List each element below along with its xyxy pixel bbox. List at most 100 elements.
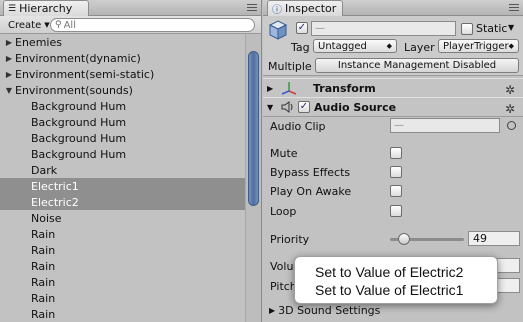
hierarchy-item[interactable]: Rain (0, 226, 245, 242)
tag-label: Tag (291, 41, 310, 54)
hierarchy-item[interactable]: Electric1 (0, 178, 245, 194)
hierarchy-item[interactable]: Rain (0, 306, 245, 322)
inspector-tab-label: Inspector (285, 2, 337, 15)
create-button-label: Create (8, 19, 42, 31)
hierarchy-item[interactable]: Dark (0, 162, 245, 178)
gear-icon[interactable]: ✲ (505, 102, 515, 116)
hierarchy-item[interactable]: Noise (0, 210, 245, 226)
gameobject-header: ✓ — Static ▼ Tag Untagged ◆ Layer Player… (263, 16, 523, 76)
expand-arrow-icon[interactable]: ▶ (3, 54, 15, 63)
hierarchy-item-label: Dark (31, 163, 58, 177)
inspector-tabbar: ⓘ Inspector (263, 0, 523, 16)
hierarchy-panel: ☰ Hierarchy Create ▼ ⚲ ▶Enemies▶Environm… (0, 0, 262, 322)
hierarchy-toolbar: Create ▼ ⚲ (0, 16, 261, 34)
active-checkbox[interactable]: ✓ (296, 22, 308, 34)
play-on-awake-label: Play On Awake (270, 185, 352, 198)
speaker-icon (281, 101, 293, 113)
static-label: Static (476, 22, 508, 35)
transform-header[interactable]: ▶ Transform ✲ (263, 78, 523, 98)
instance-management-button[interactable]: Instance Management Disabled (315, 58, 519, 73)
static-checkbox[interactable] (461, 22, 473, 35)
loop-label: Loop (270, 205, 297, 218)
static-toggle[interactable]: Static (461, 22, 507, 35)
play-on-awake-checkbox[interactable] (390, 185, 402, 197)
collapse-arrow-icon[interactable]: ▼ (3, 86, 15, 95)
hierarchy-item-label: Enemies (15, 35, 62, 49)
panel-menu-icon[interactable] (247, 4, 257, 12)
hierarchy-item-label: Background Hum (31, 147, 127, 161)
hierarchy-item[interactable]: ▼ Environment(sounds) (0, 82, 245, 98)
hierarchy-item[interactable]: Rain (0, 242, 245, 258)
hierarchy-item-label: Rain (31, 227, 56, 241)
bypass-effects-label: Bypass Effects (270, 166, 351, 179)
menu-item-set-value-electric1[interactable]: Set to Value of Electric1 (315, 281, 497, 299)
tag-dropdown[interactable]: Untagged ◆ (313, 39, 397, 53)
hierarchy-item[interactable]: Background Hum (0, 146, 245, 162)
gameobject-cube-icon (269, 20, 287, 40)
scrollbar-thumb[interactable] (248, 51, 259, 206)
hierarchy-item-label: Rain (31, 307, 56, 321)
layer-label: Layer (404, 41, 435, 54)
inspector-tab[interactable]: ⓘ Inspector (267, 0, 343, 16)
hierarchy-item[interactable]: Background Hum (0, 98, 245, 114)
tag-value: Untagged (318, 40, 367, 52)
dropdown-arrow-icon: ▼ (44, 21, 50, 29)
priority-slider-knob[interactable] (398, 233, 411, 245)
audio-clip-label: Audio Clip (270, 120, 326, 133)
context-menu: Set to Value of Electric2 Set to Value o… (294, 256, 498, 304)
search-input[interactable] (63, 19, 234, 31)
hierarchy-tab[interactable]: ☰ Hierarchy (3, 0, 89, 16)
hierarchy-item-label: Rain (31, 291, 56, 305)
hierarchy-item[interactable]: Electric2 (0, 194, 245, 210)
menu-item-set-value-electric2[interactable]: Set to Value of Electric2 (315, 263, 497, 281)
audio-clip-field[interactable]: — (390, 118, 500, 133)
mute-checkbox[interactable] (390, 147, 402, 159)
audio-source-header[interactable]: ▼ ✓ Audio Source ✲ (263, 97, 523, 117)
gear-icon[interactable]: ✲ (505, 83, 515, 97)
hierarchy-item[interactable]: Rain (0, 290, 245, 306)
create-button[interactable]: Create ▼ (4, 18, 55, 32)
expand-arrow-icon[interactable]: ▶ (3, 38, 15, 47)
hierarchy-item[interactable]: ▶ Environment(semi-static) (0, 66, 245, 82)
hierarchy-item[interactable]: Background Hum (0, 130, 245, 146)
panel-menu-icon[interactable] (509, 4, 519, 12)
hierarchy-item[interactable]: Rain (0, 258, 245, 274)
hierarchy-item[interactable]: ▶ Environment(dynamic) (0, 50, 245, 66)
priority-value-field[interactable]: 49 (468, 231, 520, 246)
layer-value: PlayerTrigger (443, 40, 509, 52)
hierarchy-item-label: Electric1 (31, 179, 79, 193)
hierarchy-item-label: Background Hum (31, 99, 127, 113)
hierarchy-item[interactable]: Rain (0, 274, 245, 290)
hierarchy-item-label: Background Hum (31, 131, 127, 145)
loop-checkbox[interactable] (390, 205, 402, 217)
bypass-effects-checkbox[interactable] (390, 166, 402, 178)
hierarchy-icon: ☰ (8, 3, 17, 14)
pitch-label: Pitch (270, 280, 297, 293)
mute-label: Mute (270, 147, 298, 160)
audio-source-enabled-checkbox[interactable]: ✓ (298, 101, 310, 113)
layer-dropdown[interactable]: PlayerTrigger ◆ (438, 39, 519, 53)
vertical-scrollbar[interactable] (245, 34, 261, 322)
search-field[interactable]: ⚲ (50, 18, 255, 32)
hierarchy-tree: ▶ Enemies ▶ Environment(dynamic) ▶ Environmen… (0, 34, 245, 322)
updown-arrow-icon: ◆ (508, 42, 514, 50)
transform-title: Transform (313, 81, 376, 95)
hierarchy-tabbar: ☰ Hierarchy (0, 0, 261, 16)
hierarchy-item[interactable]: Background Hum (0, 114, 245, 130)
sound3d-foldout[interactable]: ▶ 3D Sound Settings (269, 304, 380, 317)
object-picker-icon[interactable] (507, 121, 516, 130)
collapse-arrow-icon: ▼ (267, 102, 274, 112)
hierarchy-item-label: Environment(dynamic) (15, 51, 141, 65)
name-field[interactable]: — (311, 21, 456, 36)
multiple-label: Multiple (268, 60, 312, 73)
info-icon: ⓘ (272, 5, 282, 16)
expand-arrow-icon: ▶ (269, 306, 276, 315)
hierarchy-item-label: Noise (31, 211, 62, 225)
search-icon: ⚲ (55, 20, 62, 30)
expand-arrow-icon[interactable]: ▶ (3, 70, 15, 79)
static-dropdown-icon[interactable]: ▼ (508, 23, 514, 32)
hierarchy-item-label: Rain (31, 259, 56, 273)
hierarchy-item[interactable]: ▶ Enemies (0, 34, 245, 50)
hierarchy-item-label: Electric2 (31, 195, 79, 209)
priority-label: Priority (270, 233, 310, 246)
